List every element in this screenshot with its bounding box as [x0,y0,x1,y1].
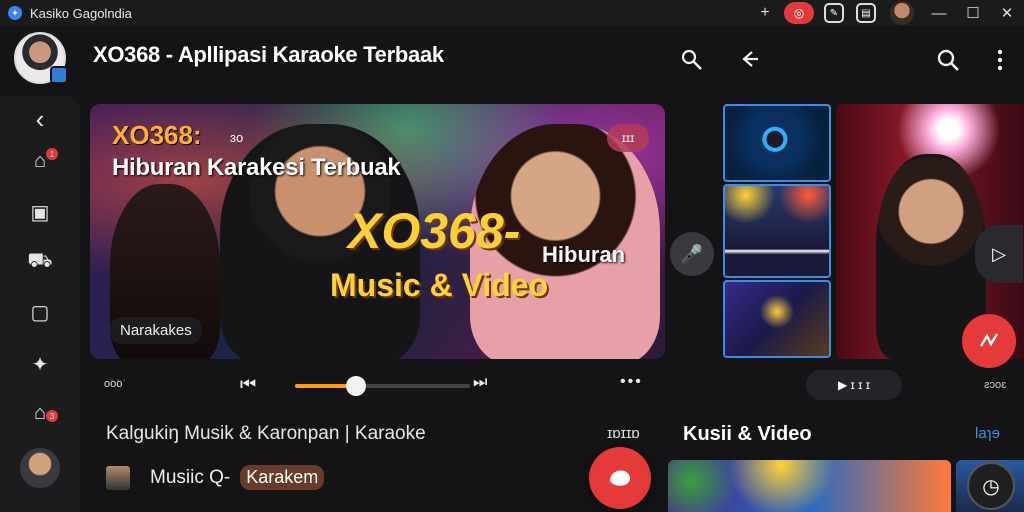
hero-big-title: XO368- [348,203,521,259]
more-vertical-icon[interactable] [996,48,1004,78]
thumbnail-tile[interactable] [723,184,831,278]
player-controls: o͘o͘o͘ ⏮ ⏭ ••• [90,370,665,400]
hero-banner[interactable]: XO368: ɜo Hiburan Karakesi Terbuak XO368… [90,104,665,359]
sidebar-back-icon[interactable]: ‹ [0,104,80,135]
hero-big-suffix: Hiburan [542,242,626,267]
record-fab-button[interactable] [589,447,651,509]
thumbnail-tile[interactable] [723,280,831,358]
sidebar-item-home[interactable]: ⌂ 1 [0,148,80,173]
screen-icon[interactable]: ▢ [0,300,80,325]
skip-previous-icon[interactable]: ⏮ [240,374,256,395]
close-button[interactable]: ✕ [990,0,1024,26]
music-video-see-all[interactable]: Ɩaɿɘ [975,425,1000,442]
cart-icon[interactable]: ⛟ [0,250,80,275]
app-icon: ✦ [8,6,22,20]
home-badge-icon: ⌂ [33,402,47,424]
music-video-section-title: Kusii & Video [683,423,812,445]
hero-brand: XO368: [112,120,202,150]
more-horizontal-icon[interactable]: ••• [620,373,643,391]
mini-player-controls[interactable]: ▶ ɪ ɪ ɪ [806,370,902,400]
profile-badge-icon [50,66,68,84]
hero-more-button[interactable]: ɪɪɪ [607,124,649,152]
section-see-all[interactable]: ɪɒɪɪɒ [607,425,640,442]
add-icon[interactable]: + [750,0,780,26]
section-title: Kalgukiŋ Musik & Karonpan | Karaoke [106,423,426,444]
wallet-icon[interactable]: ▣ [0,200,80,225]
list-item[interactable]: Musiic Q- Karakem [106,465,325,490]
document-icon[interactable]: ▤ [856,3,876,23]
maximize-button[interactable]: ☐ [956,0,990,26]
user-avatar[interactable] [890,1,914,25]
minimize-button[interactable]: — [922,0,956,26]
home-badge: 1 [46,148,58,160]
page-title: XO368 - Apllipasi Karaoke Terbaak [93,42,444,67]
sidebar-item-notifications[interactable]: ⌂ 3 [0,402,80,425]
bug-icon[interactable]: ✦ [0,352,80,377]
hero-subtitle: Hiburan Karakesi Terbuak [112,154,401,181]
window-title: Kasiko Gagolndia [30,5,132,21]
skip-next-icon[interactable]: ⏭ [473,374,487,392]
thumbnail-tile[interactable] [723,104,831,182]
list-item-label: Musiic Q- [150,466,231,488]
search-icon[interactable] [936,48,960,78]
microphone-icon[interactable]: 🎤 [670,232,714,276]
progress-knob[interactable] [346,376,367,396]
music-video-card[interactable] [668,460,951,512]
player-time: o͘o͘o͘ [104,378,123,390]
sidebar: ‹ ⌂ 1 ▣ ⛟ ▢ ✦ ⌂ 3 [0,96,80,512]
edit-icon[interactable]: ✎ [824,3,844,23]
mini-player-time: ƨɔoɛ [984,379,1007,391]
hero-chip[interactable]: Narakakes [110,317,202,344]
list-item-chip[interactable]: Karakem [240,465,325,490]
hero-tagline: Music & Video [330,267,549,303]
notification-badge: 3 [46,410,58,422]
back-arrow-icon[interactable] [738,48,760,76]
share-fab-button[interactable] [962,314,1016,368]
mic-search-icon[interactable] [680,48,704,78]
home-icon: ⌂ [33,150,47,172]
title-bar: ✦ Kasiko Gagolndia + ◎ ✎ ▤ — ☐ ✕ [0,0,1024,26]
sidebar-avatar[interactable] [20,448,60,488]
clock-icon[interactable]: ◷ [967,462,1015,510]
progress-track[interactable] [295,384,470,388]
profile-avatar[interactable] [14,32,68,84]
hero-brand-suffix: ɜo [230,130,244,145]
list-thumbnail [106,465,130,490]
play-next-icon[interactable]: ▷ [975,225,1023,283]
record-icon[interactable]: ◎ [784,2,814,24]
